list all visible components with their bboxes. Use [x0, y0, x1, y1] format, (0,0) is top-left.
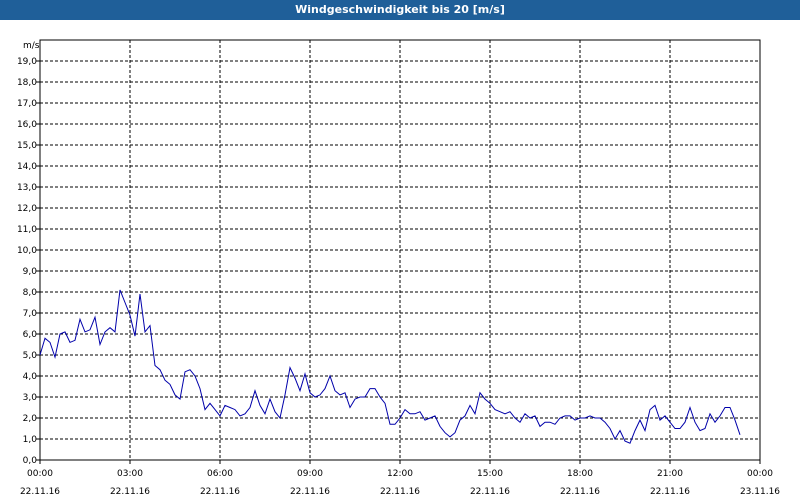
x-tick-time-label: 18:00 — [567, 469, 593, 479]
x-tick-time-label: 00:00 — [747, 469, 773, 479]
y-tick-label: 17,0 — [17, 99, 37, 109]
x-tick-date-label: 22.11.16 — [560, 487, 600, 497]
y-tick-label: 1,0 — [23, 435, 38, 445]
x-tick-time-label: 03:00 — [117, 469, 143, 479]
y-tick-label: 8,0 — [23, 288, 38, 298]
x-tick-date-label: 22.11.16 — [380, 487, 420, 497]
y-tick-label: 4,0 — [23, 372, 38, 382]
x-tick-date-label: 23.11.16 — [740, 487, 780, 497]
y-tick-label: 5,0 — [23, 351, 38, 361]
y-tick-label: 16,0 — [17, 120, 37, 130]
y-tick-label: 11,0 — [17, 225, 37, 235]
chart-title: Windgeschwindigkeit bis 20 [m/s] — [295, 3, 505, 16]
x-tick-time-label: 21:00 — [657, 469, 683, 479]
y-tick-label: 7,0 — [23, 309, 38, 319]
y-tick-label: 19,0 — [17, 57, 37, 67]
x-tick-time-label: 06:00 — [207, 469, 233, 479]
x-tick-date-label: 22.11.16 — [200, 487, 240, 497]
y-tick-label: 6,0 — [23, 330, 38, 340]
y-tick-label: 13,0 — [17, 183, 37, 193]
y-tick-label: 15,0 — [17, 141, 37, 151]
y-axis-label: m/s — [23, 41, 40, 51]
x-tick-date-label: 22.11.16 — [110, 487, 150, 497]
x-tick-date-label: 22.11.16 — [20, 487, 60, 497]
x-tick-date-label: 22.11.16 — [650, 487, 690, 497]
y-tick-label: 3,0 — [23, 393, 38, 403]
x-tick-date-label: 22.11.16 — [470, 487, 510, 497]
y-tick-label: 9,0 — [23, 267, 38, 277]
y-tick-label: 10,0 — [17, 246, 37, 256]
wind-speed-chart: 0,0 1,0 2,0 3,0 4,0 5,0 6,0 7,0 8,0 9,0 10,0 11,0 12… — [17, 39, 780, 497]
x-tick-time-label: 15:00 — [477, 469, 503, 479]
y-axis-ticks: 0,0 1,0 2,0 3,0 4,0 5,0 6,0 7,0 8,0 9,0 10,0 11,0 12… — [17, 57, 40, 466]
y-tick-label: 14,0 — [17, 162, 37, 172]
chart-title-bar: Windgeschwindigkeit bis 20 [m/s] — [0, 0, 800, 20]
y-tick-label: 18,0 — [17, 78, 37, 88]
x-tick-date-label: 22.11.16 — [290, 487, 330, 497]
x-tick-time-label: 12:00 — [387, 469, 413, 479]
grid-lines — [40, 40, 760, 460]
x-tick-time-label: 09:00 — [297, 469, 323, 479]
y-tick-label: 2,0 — [23, 414, 38, 424]
x-axis-ticks: 00:00 22.11.16 03:00 22.11.16 06:00 22.11.16 0… — [20, 460, 780, 497]
y-tick-label: 12,0 — [17, 204, 37, 214]
y-tick-label: 0,0 — [23, 456, 38, 466]
x-tick-time-label: 00:00 — [27, 469, 53, 479]
